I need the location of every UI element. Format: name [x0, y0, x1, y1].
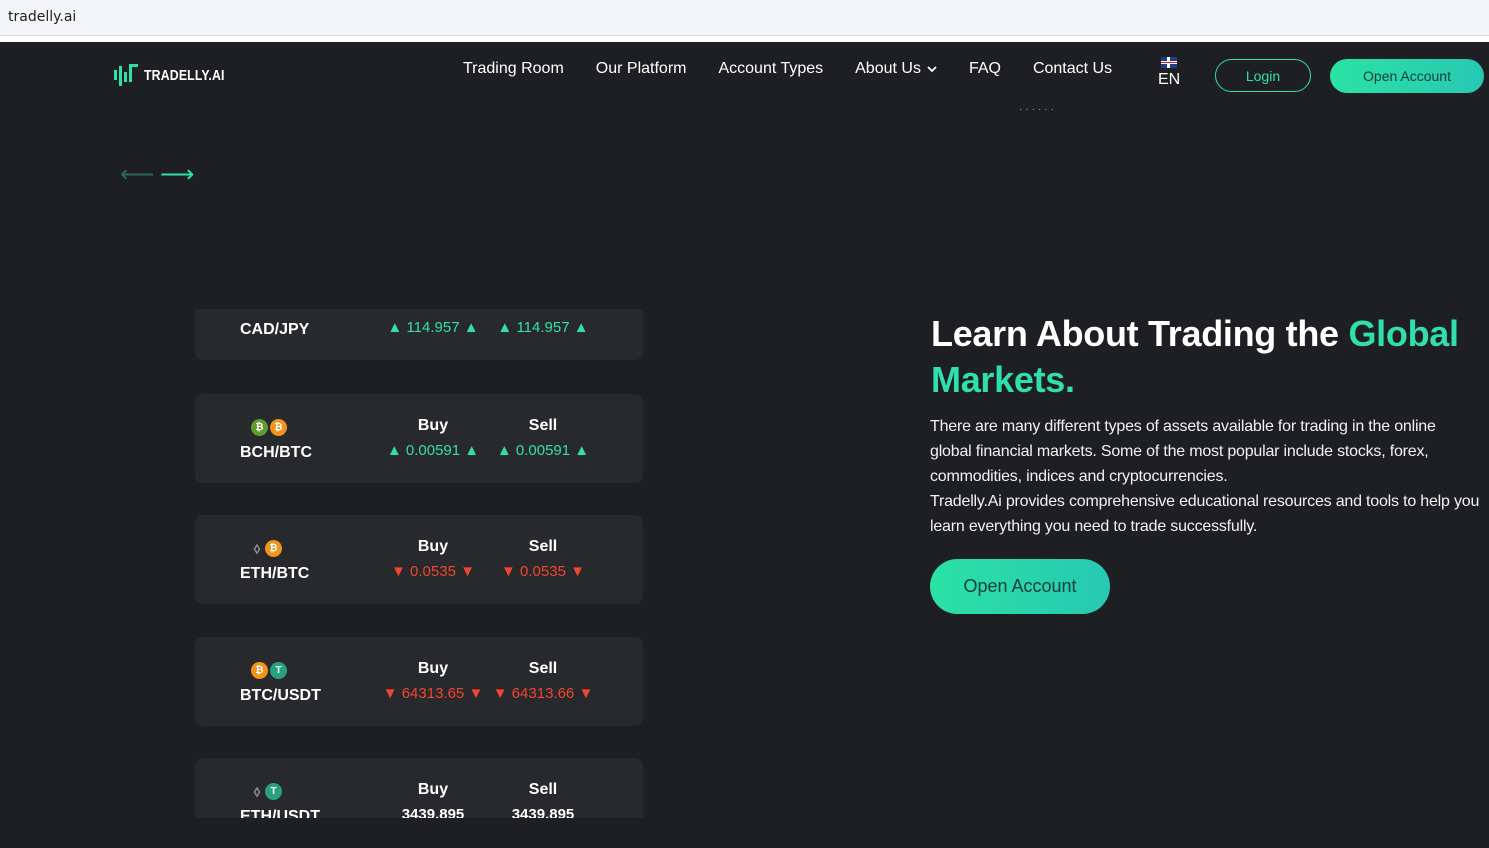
- buy-label: Buy: [417, 781, 449, 798]
- bch-icon: ₿: [251, 419, 268, 436]
- buy-label: Buy: [417, 538, 449, 555]
- eth-icon: ⬨: [253, 540, 261, 557]
- sell-label: Sell: [528, 538, 558, 555]
- sell-label: Sell: [528, 660, 558, 677]
- buy-price[interactable]: ▼ 0.0535 ▼: [378, 563, 488, 580]
- buy-label: Buy: [417, 417, 449, 434]
- sell-label: Sell: [528, 417, 558, 434]
- login-button[interactable]: Login: [1215, 59, 1311, 92]
- nav-our-platform[interactable]: Our Platform: [596, 60, 687, 78]
- ticker-list: CAD/JPY ▲ 114.957 ▲ ▲ 114.957 ▲ ₿ ₿ BCH/…: [195, 309, 643, 818]
- buy-price[interactable]: ▼ 64313.65 ▼: [378, 685, 488, 702]
- pair-icons: ₿ T: [251, 662, 287, 679]
- logo-text: TRADELLY.AI: [144, 66, 225, 84]
- buy-price[interactable]: 3439.895: [378, 806, 488, 818]
- nav-about-us[interactable]: About Us: [855, 60, 937, 78]
- pair-name: BTC/USDT: [240, 687, 321, 704]
- sell-price-value: 64313.66: [511, 685, 575, 702]
- sell-price-value: 0.0535: [520, 563, 566, 580]
- buy-label: Buy: [417, 660, 449, 677]
- loading-dots: ······: [1019, 104, 1057, 115]
- pair-name: ETH/USDT: [240, 808, 320, 818]
- arrow-right-icon[interactable]: ⟶: [160, 160, 194, 189]
- chevron-down-icon: [927, 65, 937, 72]
- nav-about-us-label: About Us: [855, 60, 921, 77]
- hero-title-plain: Learn About Trading the: [931, 313, 1349, 354]
- sell-price[interactable]: ▼ 64313.66 ▼: [488, 685, 598, 702]
- usdt-icon: T: [270, 662, 287, 679]
- ticker-card[interactable]: ₿ ₿ BCH/BTC Buy Sell ▲ 0.00591 ▲ ▲ 0.005…: [195, 394, 643, 483]
- hero-open-account-button[interactable]: Open Account: [930, 559, 1110, 614]
- nav-faq[interactable]: FAQ: [969, 60, 1001, 78]
- nav-contact-us[interactable]: Contact Us: [1033, 60, 1112, 78]
- pair-name: BCH/BTC: [240, 444, 312, 461]
- browser-divider: [0, 36, 1489, 42]
- sell-price-value: 0.00591: [515, 442, 571, 459]
- language-label: EN: [1158, 71, 1181, 88]
- btc-icon: ₿: [270, 419, 287, 436]
- uk-flag-icon: [1161, 57, 1178, 68]
- language-selector[interactable]: EN: [1158, 57, 1180, 89]
- sell-price[interactable]: ▲ 114.957 ▲: [488, 319, 598, 336]
- buy-price-value: 64313.65: [401, 685, 465, 702]
- hero-desc-paragraph-1: There are many different types of assets…: [930, 418, 1436, 485]
- eth-icon: ⬨: [253, 783, 261, 800]
- hero-desc-paragraph-2: Tradelly.Ai provides comprehensive educa…: [930, 493, 1480, 535]
- logo-bars-icon: [114, 64, 138, 86]
- sell-price[interactable]: 3439.895: [488, 806, 598, 818]
- pair-name: ETH/BTC: [240, 565, 310, 582]
- open-account-nav-button[interactable]: Open Account: [1330, 59, 1484, 93]
- ticker-card[interactable]: CAD/JPY ▲ 114.957 ▲ ▲ 114.957 ▲: [195, 309, 643, 360]
- site-logo[interactable]: TRADELLY.AI: [114, 64, 242, 86]
- ticker-card[interactable]: ⬨ T ETH/USDT Buy Sell 3439.895 3439.895: [195, 758, 643, 818]
- ticker-card[interactable]: ₿ T BTC/USDT Buy Sell ▼ 64313.65 ▼ ▼ 643…: [195, 637, 643, 726]
- sell-price-value: 114.957: [516, 319, 570, 336]
- sell-price[interactable]: ▲ 0.00591 ▲: [488, 442, 598, 459]
- sell-label: Sell: [528, 781, 558, 798]
- ticker-card[interactable]: ⬨ ₿ ETH/BTC Buy Sell ▼ 0.0535 ▼ ▼ 0.0535…: [195, 515, 643, 604]
- buy-price-value: 0.00591: [405, 442, 461, 459]
- pair-icons: ₿ ₿: [251, 419, 287, 436]
- usdt-icon: T: [265, 783, 282, 800]
- nav-account-types[interactable]: Account Types: [718, 60, 823, 78]
- buy-price-value: 0.0535: [410, 563, 456, 580]
- btc-icon: ₿: [251, 662, 268, 679]
- hero-description: There are many different types of assets…: [930, 414, 1480, 539]
- buy-price-value: 114.957: [406, 319, 460, 336]
- pair-icons: ⬨ T: [251, 783, 282, 800]
- nav-trading-room[interactable]: Trading Room: [463, 60, 564, 78]
- pair-icons: ⬨ ₿: [251, 540, 282, 557]
- main-nav: Trading Room Our Platform Account Types …: [463, 60, 1144, 78]
- buy-price[interactable]: ▲ 114.957 ▲: [378, 319, 488, 336]
- hero-title: Learn About Trading the Global Markets.: [931, 311, 1489, 403]
- buy-price[interactable]: ▲ 0.00591 ▲: [378, 442, 488, 459]
- arrow-left-icon[interactable]: ⟵: [120, 160, 154, 189]
- url-text: tradelly.ai: [8, 9, 77, 25]
- browser-address-bar[interactable]: tradelly.ai: [0, 0, 1489, 36]
- sell-price[interactable]: ▼ 0.0535 ▼: [488, 563, 598, 580]
- btc-icon: ₿: [265, 540, 282, 557]
- pair-name: CAD/JPY: [240, 321, 310, 338]
